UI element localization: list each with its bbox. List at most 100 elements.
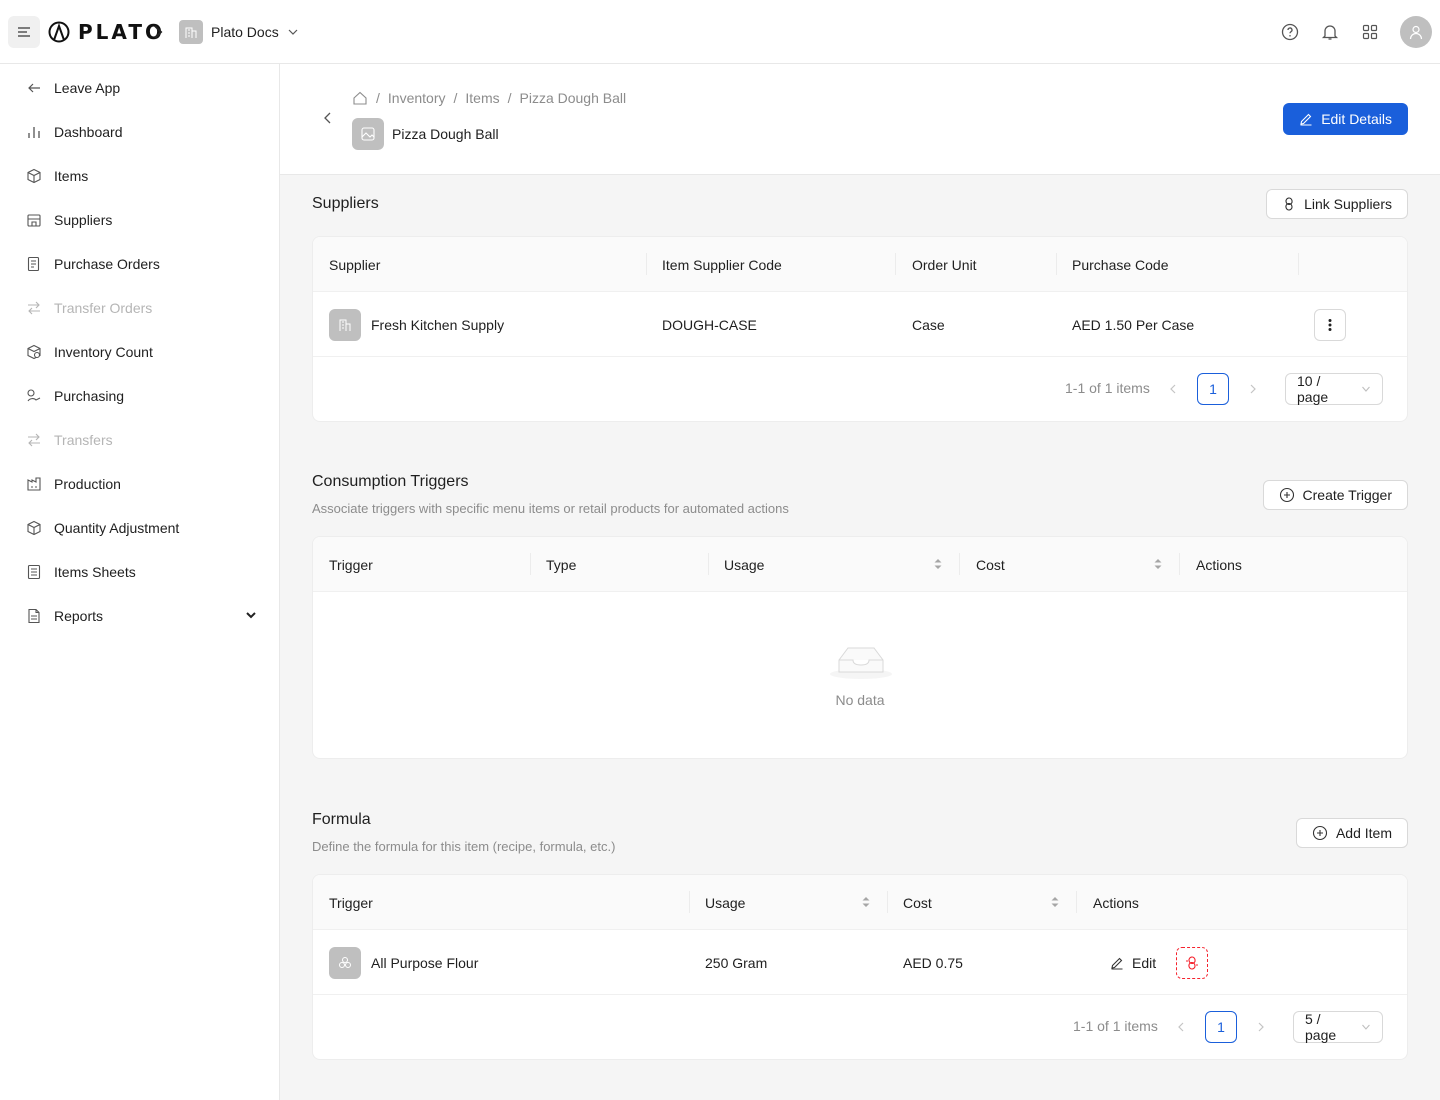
sort-icon[interactable]	[1153, 557, 1163, 571]
pagination-total: 1-1 of 1 items	[1065, 380, 1150, 396]
row-actions	[1314, 292, 1346, 357]
suppliers-title: Suppliers	[312, 195, 379, 212]
user-icon	[1409, 25, 1423, 40]
ingredient-icon	[329, 946, 361, 979]
sidebar-item-quantity-adjustment[interactable]: Quantity Adjustment	[26, 516, 262, 540]
chevron-left-icon[interactable]	[1174, 1020, 1188, 1034]
edit-details-button[interactable]: Edit Details	[1283, 103, 1408, 135]
sidebar: Leave App Dashboard Items Suppliers Purc…	[0, 64, 280, 1100]
sidebar-item-label: Transfer Orders	[54, 300, 153, 316]
store-icon	[26, 212, 42, 228]
sidebar-item-suppliers[interactable]: Suppliers	[26, 208, 262, 232]
item-supplier-code: DOUGH-CASE	[662, 316, 757, 333]
sidebar-item-dashboard[interactable]: Dashboard	[26, 120, 262, 144]
link-suppliers-button[interactable]: Link Suppliers	[1266, 189, 1408, 219]
chevron-left-icon[interactable]	[320, 110, 336, 126]
sidebar-item-label: Reports	[54, 608, 104, 624]
breadcrumb-inventory[interactable]: Inventory	[388, 90, 446, 106]
menu-icon	[18, 27, 30, 37]
purchasing-icon	[26, 388, 42, 404]
help-icon[interactable]	[1280, 22, 1300, 42]
sidebar-item-purchasing[interactable]: Purchasing	[26, 384, 262, 408]
breadcrumb-separator: /	[453, 90, 458, 106]
col-actions: Actions	[1196, 556, 1242, 573]
table-header: Trigger Usage Cost Actions	[313, 875, 1407, 930]
page-1-button[interactable]: 1	[1205, 1011, 1237, 1043]
supplier-name[interactable]: Fresh Kitchen Supply	[371, 317, 504, 333]
sidebar-item-items[interactable]: Items	[26, 164, 262, 188]
breadcrumb-current: Pizza Dough Ball	[519, 90, 627, 106]
building-icon	[179, 20, 203, 44]
page-size-select[interactable]: 10 / page	[1285, 373, 1383, 405]
ingredient-cell: All Purpose Flour	[329, 930, 478, 995]
table-row: All Purpose Flour 250 Gram AED 0.75 Edit	[313, 930, 1407, 995]
chevron-down-icon	[246, 612, 256, 619]
unlink-icon	[1186, 955, 1199, 970]
plato-logo[interactable]: PLATO	[48, 20, 165, 44]
sidebar-item-reports[interactable]: Reports	[26, 604, 262, 628]
unlink-button[interactable]	[1176, 946, 1209, 979]
ingredient-name[interactable]: All Purpose Flour	[371, 955, 478, 971]
sort-icon[interactable]	[933, 557, 943, 571]
pagination: 1-1 of 1 items 1 5 / page	[313, 995, 1407, 1059]
suppliers-table: Supplier Item Supplier Code Order Unit P…	[312, 236, 1408, 422]
col-purchase-code: Purchase Code	[1072, 256, 1169, 273]
order-unit: Case	[912, 316, 945, 333]
more-actions-button[interactable]	[1314, 308, 1346, 341]
sidebar-item-production[interactable]: Production	[26, 472, 262, 496]
col-cost[interactable]: Cost	[903, 875, 932, 930]
table-row: Fresh Kitchen Supply DOUGH-CASE Case AED…	[313, 292, 1407, 357]
col-actions: Actions	[1093, 894, 1139, 911]
table-header: Trigger Type Usage Cost Actions	[313, 537, 1407, 592]
pencil-icon	[1300, 113, 1312, 126]
sidebar-item-purchase-orders[interactable]: Purchase Orders	[26, 252, 262, 276]
apps-icon[interactable]	[1360, 22, 1380, 42]
breadcrumb: / Inventory / Items / Pizza Dough Ball	[352, 90, 626, 106]
sidebar-item-label: Suppliers	[54, 212, 113, 228]
plus-circle-icon	[1312, 825, 1328, 841]
sidebar-item-transfer-orders: Transfer Orders	[26, 296, 262, 320]
chevron-down-icon	[1362, 1024, 1370, 1030]
add-item-button[interactable]: Add Item	[1295, 818, 1408, 848]
sidebar-item-items-sheets[interactable]: Items Sheets	[26, 560, 262, 584]
menu-toggle-button[interactable]	[8, 16, 40, 48]
breadcrumb-items[interactable]: Items	[465, 90, 499, 106]
pagination-total: 1-1 of 1 items	[1073, 1018, 1158, 1034]
sort-icon[interactable]	[861, 895, 871, 909]
chevron-left-icon[interactable]	[1166, 382, 1180, 396]
chevron-down-icon	[288, 29, 298, 35]
count-icon	[26, 344, 42, 360]
plus-circle-icon	[1279, 487, 1294, 503]
empty-state: No data	[313, 592, 1407, 758]
sidebar-item-inventory-count[interactable]: Inventory Count	[26, 340, 262, 364]
formula-title: Formula	[312, 811, 371, 828]
col-usage[interactable]: Usage	[724, 537, 764, 592]
page-size-value: 10 / page	[1297, 373, 1329, 405]
col-supplier: Supplier	[329, 256, 381, 273]
user-avatar[interactable]	[1400, 16, 1432, 48]
triggers-title: Consumption Triggers	[312, 473, 469, 490]
page-1-button[interactable]: 1	[1197, 373, 1229, 405]
bell-icon[interactable]	[1320, 22, 1340, 42]
create-trigger-button[interactable]: Create Trigger	[1262, 480, 1408, 510]
title-row: Pizza Dough Ball	[352, 118, 499, 150]
cost-value: AED 0.75	[903, 954, 963, 971]
col-usage[interactable]: Usage	[705, 875, 745, 930]
sidebar-item-label: Leave App	[54, 80, 121, 96]
add-item-label: Add Item	[1335, 825, 1392, 841]
page-size-select[interactable]: 5 / page	[1293, 1011, 1383, 1043]
pagination: 1-1 of 1 items 1 10 / page	[313, 357, 1407, 421]
home-icon[interactable]	[352, 90, 368, 106]
edit-button[interactable]: Edit	[1110, 955, 1156, 971]
chevron-right-icon[interactable]	[1246, 382, 1260, 396]
chevron-right-icon[interactable]	[1254, 1020, 1268, 1034]
sort-icon[interactable]	[1050, 895, 1060, 909]
more-vertical-icon	[1328, 318, 1332, 331]
col-cost[interactable]: Cost	[976, 537, 1005, 592]
top-bar: PLATO Plato Docs	[0, 0, 1440, 64]
sidebar-item-leave-app[interactable]: Leave App	[26, 76, 262, 100]
pencil-icon	[1111, 957, 1123, 970]
col-item-supplier-code: Item Supplier Code	[662, 256, 782, 273]
triggers-table: Trigger Type Usage Cost Actions No data	[312, 536, 1408, 759]
org-switcher[interactable]: Plato Docs	[179, 20, 299, 44]
